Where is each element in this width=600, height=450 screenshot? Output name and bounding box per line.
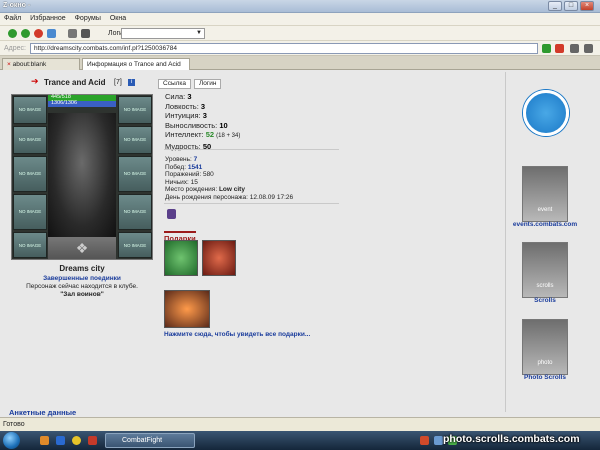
login-button[interactable]: Логин: [194, 79, 222, 89]
maximize-button[interactable]: □: [564, 1, 578, 11]
scrolls-icon[interactable]: scrolls: [522, 242, 568, 298]
slot-gloves[interactable]: NO IMAGE: [118, 156, 152, 192]
restore-page-icon[interactable]: [570, 44, 579, 53]
character-avatar: [48, 113, 116, 237]
stat-row: Интеллект: 52 (18 + 34): [165, 130, 241, 139]
address-bar: Адрес: http://dreamscity.combats.com/inf…: [0, 41, 600, 56]
login-select[interactable]: ▼: [121, 28, 205, 39]
divider: [164, 149, 339, 150]
content-divider: [505, 72, 506, 412]
tab-label: Информация о Trance and Acid: [87, 61, 181, 68]
stat-row: Выносливость: 10: [165, 120, 228, 130]
status-bar: Готово: [0, 417, 600, 431]
character-level: [7]: [114, 79, 122, 86]
link-button[interactable]: Ссылка: [158, 79, 192, 89]
clan-icon[interactable]: [167, 209, 176, 219]
address-label: Адрес:: [4, 45, 26, 52]
slot-ring-1[interactable]: NO IMAGE: [118, 126, 152, 154]
profile-data-heading: Анкетные данные: [9, 408, 77, 417]
gift-item[interactable]: [164, 240, 198, 276]
mana-value: 1306/1306: [51, 100, 77, 106]
stats-list: Сила: 3 Ловкость: 3 Интуиция: 3 Вынослив…: [165, 92, 240, 151]
tab-label: about:blank: [12, 61, 47, 68]
scrolls-link[interactable]: Scrolls: [500, 297, 590, 304]
info-row: Поражений: 580: [165, 171, 214, 178]
print-icon[interactable]: [68, 29, 77, 38]
tab-character-info[interactable]: Информация о Trance and Acid: [82, 58, 190, 70]
watermark: photo.scrolls.combats.com: [443, 433, 580, 445]
menu-windows[interactable]: Окна: [110, 15, 126, 22]
info-row: Место рождения: Low city: [165, 186, 245, 193]
close-button[interactable]: ×: [580, 1, 594, 11]
menu-bar: Файл Избранное Форумы Окна: [0, 13, 600, 26]
firefox-icon[interactable]: [40, 436, 49, 445]
tray-icon[interactable]: [434, 436, 443, 445]
refresh-icon[interactable]: [47, 29, 56, 38]
all-gifts-link[interactable]: Нажмите сюда, чтобы увидеть все подарки.…: [164, 331, 310, 338]
stat-row: Ловкость: 3: [165, 101, 206, 111]
minimize-button[interactable]: _: [548, 1, 562, 11]
window-titlebar: Z-окно - _ □ ×: [0, 0, 600, 13]
stat-row: Интуиция: 3: [165, 111, 207, 120]
photo-scrolls-icon[interactable]: photo: [522, 319, 568, 375]
tray-icon[interactable]: [420, 436, 429, 445]
photo-scrolls-link[interactable]: Photo Scrolls: [500, 374, 590, 381]
info-row: Ничьих: 15: [165, 178, 198, 186]
tab-about-blank[interactable]: × about:blank: [2, 58, 80, 70]
slot-helmet[interactable]: NO IMAGE: [13, 96, 47, 124]
taskbar-item-combatfight[interactable]: CombatFight: [105, 433, 195, 448]
slot-belt[interactable]: NO IMAGE: [13, 232, 47, 258]
finished-fights-link[interactable]: Завершенные поединки: [10, 275, 154, 282]
back-icon[interactable]: [8, 29, 17, 38]
divider: [164, 203, 339, 204]
forward-icon[interactable]: [21, 29, 30, 38]
slot-armor[interactable]: NO IMAGE: [13, 194, 47, 230]
menu-favorites[interactable]: Избранное: [30, 15, 65, 22]
menu-forums[interactable]: Форумы: [75, 15, 101, 22]
character-frame: 445/518 1306/1306 NO IMAGE NO IMAGE NO I…: [11, 94, 153, 260]
window-title: Z-окно -: [3, 2, 31, 9]
character-name: Trance and Acid: [44, 78, 106, 87]
close-window-icon[interactable]: [584, 44, 593, 53]
go-icon[interactable]: [542, 44, 551, 53]
tab-bar: × about:blank Информация о Trance and Ac…: [0, 56, 600, 70]
character-info: Уровень: 7 Побед: 1541 Поражений: 580 Ни…: [165, 156, 293, 201]
messenger-icon[interactable]: [72, 436, 81, 445]
info-icon[interactable]: i: [128, 79, 135, 86]
mana-bar: 1306/1306: [48, 100, 116, 107]
slot-amulet[interactable]: NO IMAGE: [13, 126, 47, 154]
slot-boots[interactable]: NO IMAGE: [118, 232, 152, 258]
gift-item[interactable]: [202, 240, 236, 276]
status-text: Готово: [3, 421, 25, 428]
info-row: Уровень: 7: [165, 156, 198, 163]
ie-icon[interactable]: [56, 436, 65, 445]
slot-weapon[interactable]: NO IMAGE: [13, 156, 47, 192]
menu-file[interactable]: Файл: [4, 15, 21, 22]
page-content: ➔ Trance and Acid [7] i 445/518 1306/130…: [0, 70, 600, 417]
events-icon[interactable]: event: [522, 166, 568, 222]
info-row: Побед: 1541: [165, 163, 203, 171]
app-icon[interactable]: [88, 436, 97, 445]
info-row: День рождения персонажа: 12.08.09 17:26: [165, 193, 294, 201]
close-page-icon[interactable]: [555, 44, 564, 53]
city-name: Dreams city: [59, 264, 105, 273]
events-link[interactable]: events.combats.com: [500, 221, 590, 228]
gift-item[interactable]: [164, 290, 210, 328]
start-button[interactable]: [3, 432, 20, 449]
slot-earrings[interactable]: NO IMAGE: [118, 96, 152, 124]
address-input[interactable]: http://dreamscity.combats.com/inf.pl?125…: [30, 43, 538, 54]
arrow-icon: ➔: [31, 76, 39, 86]
game-logo-icon: [523, 90, 569, 136]
hall-name: "Зал воинов": [60, 291, 104, 298]
toolbar: Логин: ▼: [0, 26, 600, 41]
club-status: Персонаж сейчас находится в клубе.: [26, 283, 138, 290]
stat-row: Сила: 3: [165, 92, 192, 101]
ornament-icon: ❖: [48, 237, 116, 259]
stop-icon[interactable]: [34, 29, 43, 38]
settings-icon[interactable]: [81, 29, 90, 38]
slot-shield[interactable]: NO IMAGE: [118, 194, 152, 230]
